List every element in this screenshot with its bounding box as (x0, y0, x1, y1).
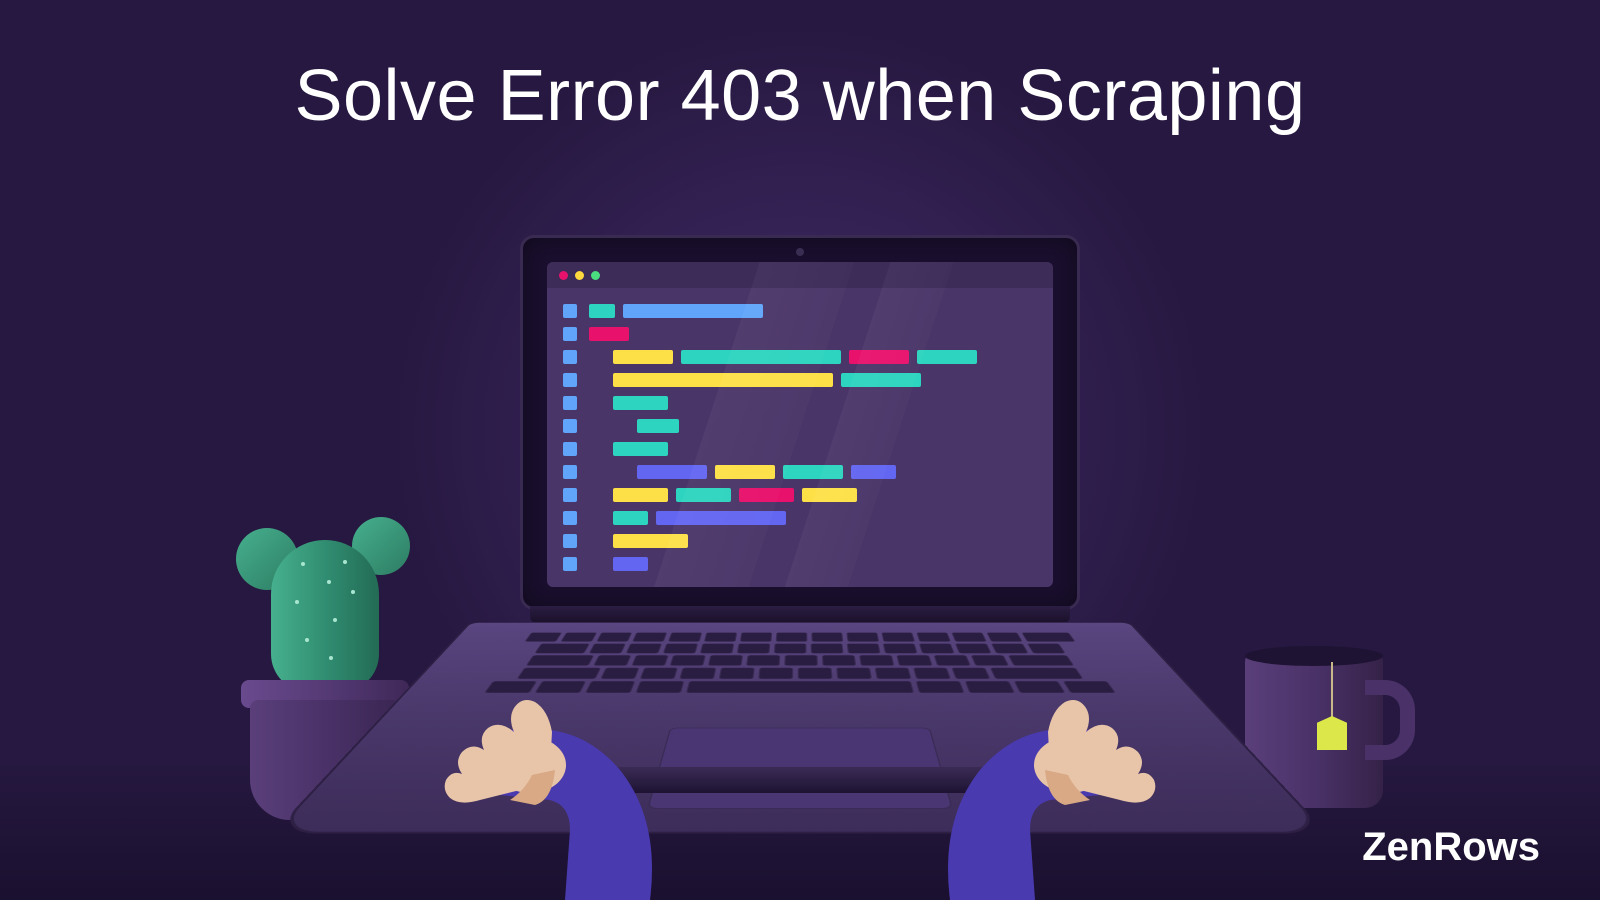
line-gutter (563, 302, 577, 571)
window-titlebar (547, 262, 1053, 288)
laptop-base (520, 610, 1080, 780)
laptop-illustration (520, 235, 1080, 780)
window-close-icon (559, 271, 568, 280)
teabag-icon (1317, 716, 1347, 750)
code-lines (589, 302, 1037, 571)
camera-icon (796, 248, 804, 256)
window-maximize-icon (591, 271, 600, 280)
code-body (547, 288, 1053, 585)
keyboard (272, 622, 1328, 834)
brand-logo: ZenRows (1362, 825, 1540, 870)
laptop-screen (520, 235, 1080, 610)
window-minimize-icon (575, 271, 584, 280)
code-editor (547, 262, 1053, 587)
page-title: Solve Error 403 when Scraping (0, 55, 1600, 137)
